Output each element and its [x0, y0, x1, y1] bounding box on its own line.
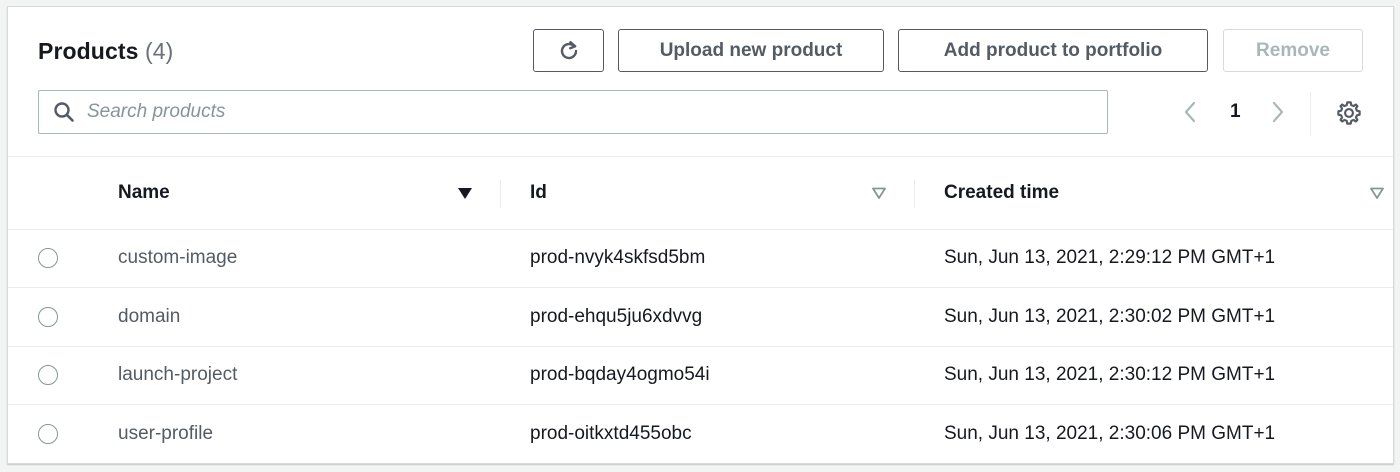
gear-icon[interactable] [1336, 100, 1362, 126]
upload-new-product-button[interactable]: Upload new product [618, 29, 884, 72]
row-select-radio[interactable] [38, 423, 58, 444]
created-time: Sun, Jun 13, 2021, 2:30:06 PM GMT+1 [944, 423, 1276, 444]
sort-icon [872, 187, 886, 199]
panel-header: Products (4) Upload new product Add prod… [8, 7, 1393, 157]
current-page-number[interactable]: 1 [1230, 95, 1241, 129]
created-time: Sun, Jun 13, 2021, 2:30:02 PM GMT+1 [915, 287, 1393, 347]
product-count: (4) [144, 38, 174, 64]
column-label-name: Name [118, 182, 170, 204]
search-input[interactable] [87, 95, 1087, 129]
refresh-button[interactable] [533, 29, 604, 72]
products-panel: Products (4) Upload new product Add prod… [7, 6, 1394, 464]
product-name[interactable]: domain [89, 287, 501, 347]
created-time: Sun, Jun 13, 2021, 2:29:12 PM GMT+1 [915, 229, 1393, 288]
table-row[interactable]: domain prod-ehqu5ju6xdvvg Sun, Jun 13, 2… [8, 287, 1393, 347]
row-select-radio[interactable] [38, 365, 58, 386]
products-table: Name Id Created time custom-image prod-n… [8, 158, 1393, 463]
row-select-radio[interactable] [38, 306, 58, 327]
column-header-name[interactable]: Name [89, 158, 501, 230]
refresh-icon [560, 40, 577, 59]
column-label-created-time: Created time [944, 182, 1060, 204]
add-product-to-portfolio-button[interactable]: Add product to portfolio [898, 29, 1208, 72]
created-time: Sun, Jun 13, 2021, 2:30:12 PM GMT+1 [915, 346, 1393, 405]
previous-page-button[interactable] [1183, 95, 1197, 129]
pager-divider [1310, 92, 1311, 136]
product-id: prod-ehqu5ju6xdvvg [501, 287, 915, 347]
next-page-button[interactable] [1271, 95, 1285, 129]
sort-icon [1370, 187, 1384, 199]
product-id: prod-bqday4ogmo54i [501, 346, 915, 405]
chevron-left-icon [1184, 101, 1196, 123]
column-header-id[interactable]: Id [501, 158, 915, 230]
column-header-created-time[interactable]: Created time [915, 158, 1393, 230]
column-label-id: Id [530, 182, 547, 204]
table-row[interactable]: launch-project prod-bqday4ogmo54i Sun, J… [8, 346, 1393, 405]
product-name[interactable]: custom-image [89, 229, 501, 288]
chevron-right-icon [1272, 101, 1284, 123]
table-row[interactable]: user-profile prod-oitkxtd455obc Sun, Jun… [8, 405, 1393, 464]
product-name[interactable]: launch-project [89, 346, 501, 405]
search-box [38, 90, 1108, 134]
row-select-radio[interactable] [38, 248, 58, 269]
product-id: prod-nvyk4skfsd5bm [501, 229, 915, 288]
title-text: Products [38, 38, 139, 64]
product-name[interactable]: user-profile [89, 405, 501, 464]
table-row[interactable]: custom-image prod-nvyk4skfsd5bm Sun, Jun… [8, 229, 1393, 288]
page-title: Products (4) [38, 38, 173, 65]
search-icon [54, 102, 74, 122]
sort-descending-icon [458, 188, 472, 199]
product-id: prod-oitkxtd455obc [530, 423, 692, 444]
table-header-row: Name Id Created time [8, 158, 1393, 230]
remove-button[interactable]: Remove [1223, 29, 1363, 72]
select-column-header [8, 158, 89, 230]
